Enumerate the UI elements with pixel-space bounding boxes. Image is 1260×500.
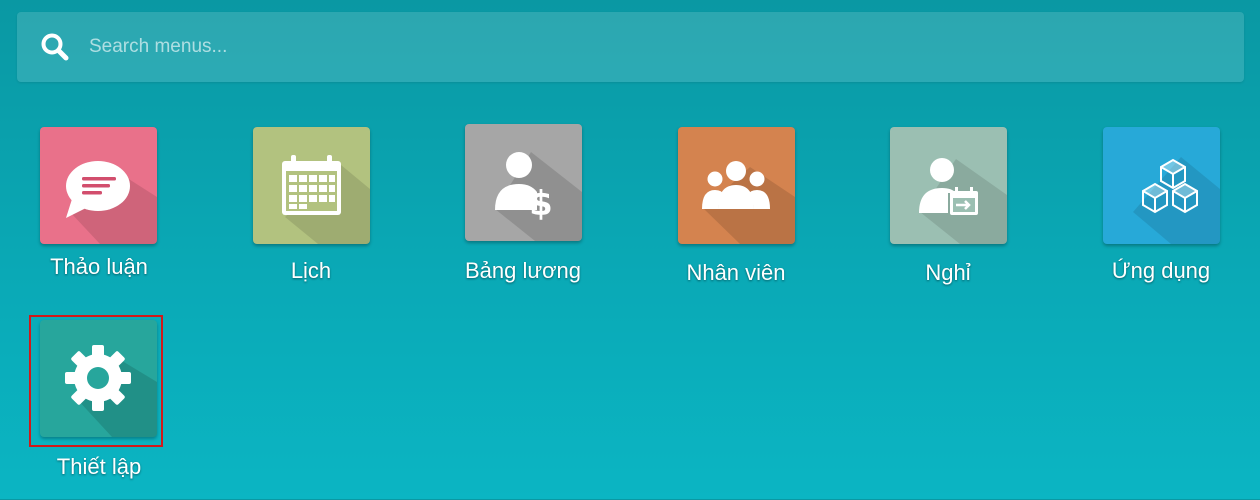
calendar-icon xyxy=(282,155,370,244)
app-tile xyxy=(1103,127,1220,244)
app-ung-dung[interactable]: Ứng dụng xyxy=(1076,126,1246,306)
app-label: Nghỉ xyxy=(925,260,971,285)
leave-user-calendar-icon xyxy=(919,158,1007,244)
search-bar[interactable] xyxy=(17,12,1244,82)
svg-text:$: $ xyxy=(529,184,553,224)
payroll-user-dollar-icon: $ xyxy=(495,152,582,241)
app-tile xyxy=(253,127,370,244)
app-lich[interactable]: Lịch xyxy=(226,126,396,306)
app-nghi[interactable]: Nghỉ xyxy=(863,126,1033,306)
app-tile xyxy=(40,127,157,244)
app-tile xyxy=(678,127,795,244)
app-tile xyxy=(890,127,1007,244)
employees-group-icon xyxy=(702,161,795,244)
search-icon xyxy=(40,32,70,62)
apps-cubes-icon xyxy=(1133,157,1220,244)
app-label: Thảo luận xyxy=(50,254,148,279)
search-input[interactable] xyxy=(87,29,1211,65)
app-bang-luong[interactable]: $ Bảng lương xyxy=(438,122,608,302)
app-label: Lịch xyxy=(290,258,332,283)
app-tile: $ xyxy=(465,124,582,241)
app-label: Thiết lập xyxy=(56,454,142,479)
chat-bubble-icon xyxy=(66,161,157,244)
app-thao-luan[interactable]: Thảo luận xyxy=(14,126,184,306)
app-label: Nhân viên xyxy=(686,260,786,285)
app-label: Ứng dụng xyxy=(1111,258,1211,283)
selection-highlight xyxy=(29,315,163,447)
app-nhan-vien[interactable]: Nhân viên xyxy=(651,126,821,306)
app-label: Bảng lương xyxy=(464,258,581,283)
